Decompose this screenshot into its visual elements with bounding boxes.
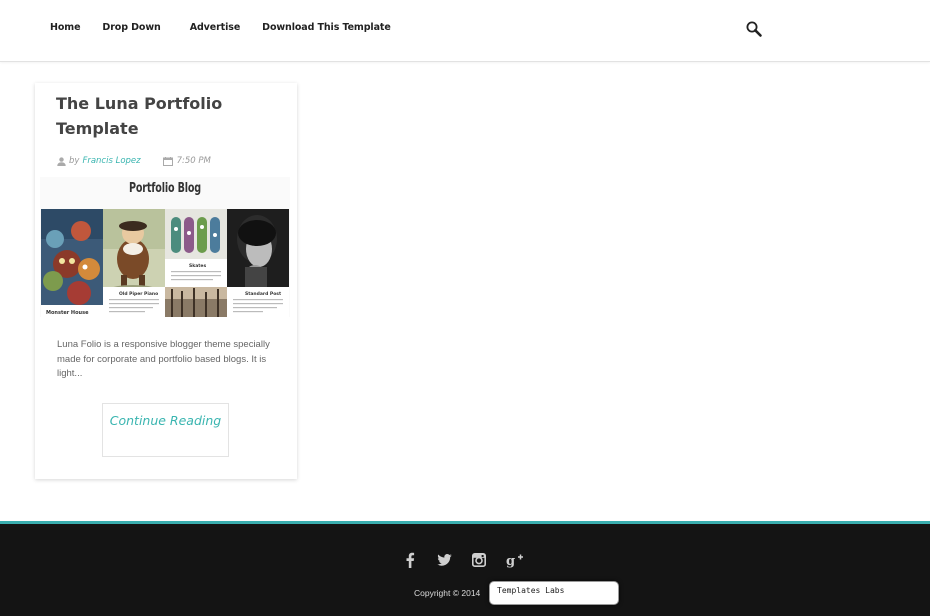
facebook-icon[interactable] — [400, 551, 420, 569]
credit-label: Templates Labs — [497, 586, 565, 595]
thumbnail-collage: Monster House Old Piper Piano Skates Sta… — [41, 209, 289, 317]
credit-link[interactable]: Templates Labs — [489, 581, 619, 605]
nav-item-advertise[interactable]: Advertise — [190, 22, 241, 33]
caption-standard-post: Standard Post — [245, 291, 282, 297]
continue-reading-button[interactable]: Continue Reading — [102, 403, 229, 457]
author-link[interactable]: Francis Lopez — [82, 156, 140, 166]
user-icon — [57, 156, 66, 166]
search-icon[interactable] — [745, 20, 763, 38]
twitter-icon[interactable] — [434, 551, 454, 569]
copyright-text: Copyright © 2014 — [414, 588, 481, 598]
post-time: 7:50 PM — [176, 156, 211, 166]
post-title[interactable]: The Luna Portfolio Template — [56, 91, 286, 141]
post-excerpt: Luna Folio is a responsive blogger theme… — [57, 339, 270, 379]
footer: g Copyright © 2014 Templates Labs — [0, 521, 930, 616]
nav-menu: Home Drop Down Advertise Download This T… — [50, 22, 413, 33]
top-navigation: Home Drop Down Advertise Download This T… — [0, 0, 930, 62]
nav-item-download-template[interactable]: Download This Template — [262, 22, 391, 33]
caption-skates: Skates — [189, 263, 206, 269]
caption-monster-house: Monster House — [46, 310, 89, 316]
thumbnail-heading: Portfolio Blog — [129, 181, 201, 196]
meta-by-label: by — [69, 156, 80, 166]
post-thumbnail[interactable]: Portfolio Blog Monster House Old Piper P… — [40, 177, 290, 317]
nav-item-drop-down[interactable]: Drop Down — [102, 22, 160, 33]
post-card: The Luna Portfolio Template by Francis L… — [35, 83, 297, 479]
caption-old-piper-piano: Old Piper Piano — [119, 291, 158, 297]
post-meta: by Francis Lopez 7:50 PM — [57, 156, 211, 166]
instagram-icon[interactable] — [469, 551, 489, 569]
nav-item-home[interactable]: Home — [50, 22, 81, 33]
svg-text:g: g — [506, 554, 515, 568]
google-plus-icon[interactable]: g — [505, 551, 525, 569]
calendar-icon — [162, 156, 173, 166]
